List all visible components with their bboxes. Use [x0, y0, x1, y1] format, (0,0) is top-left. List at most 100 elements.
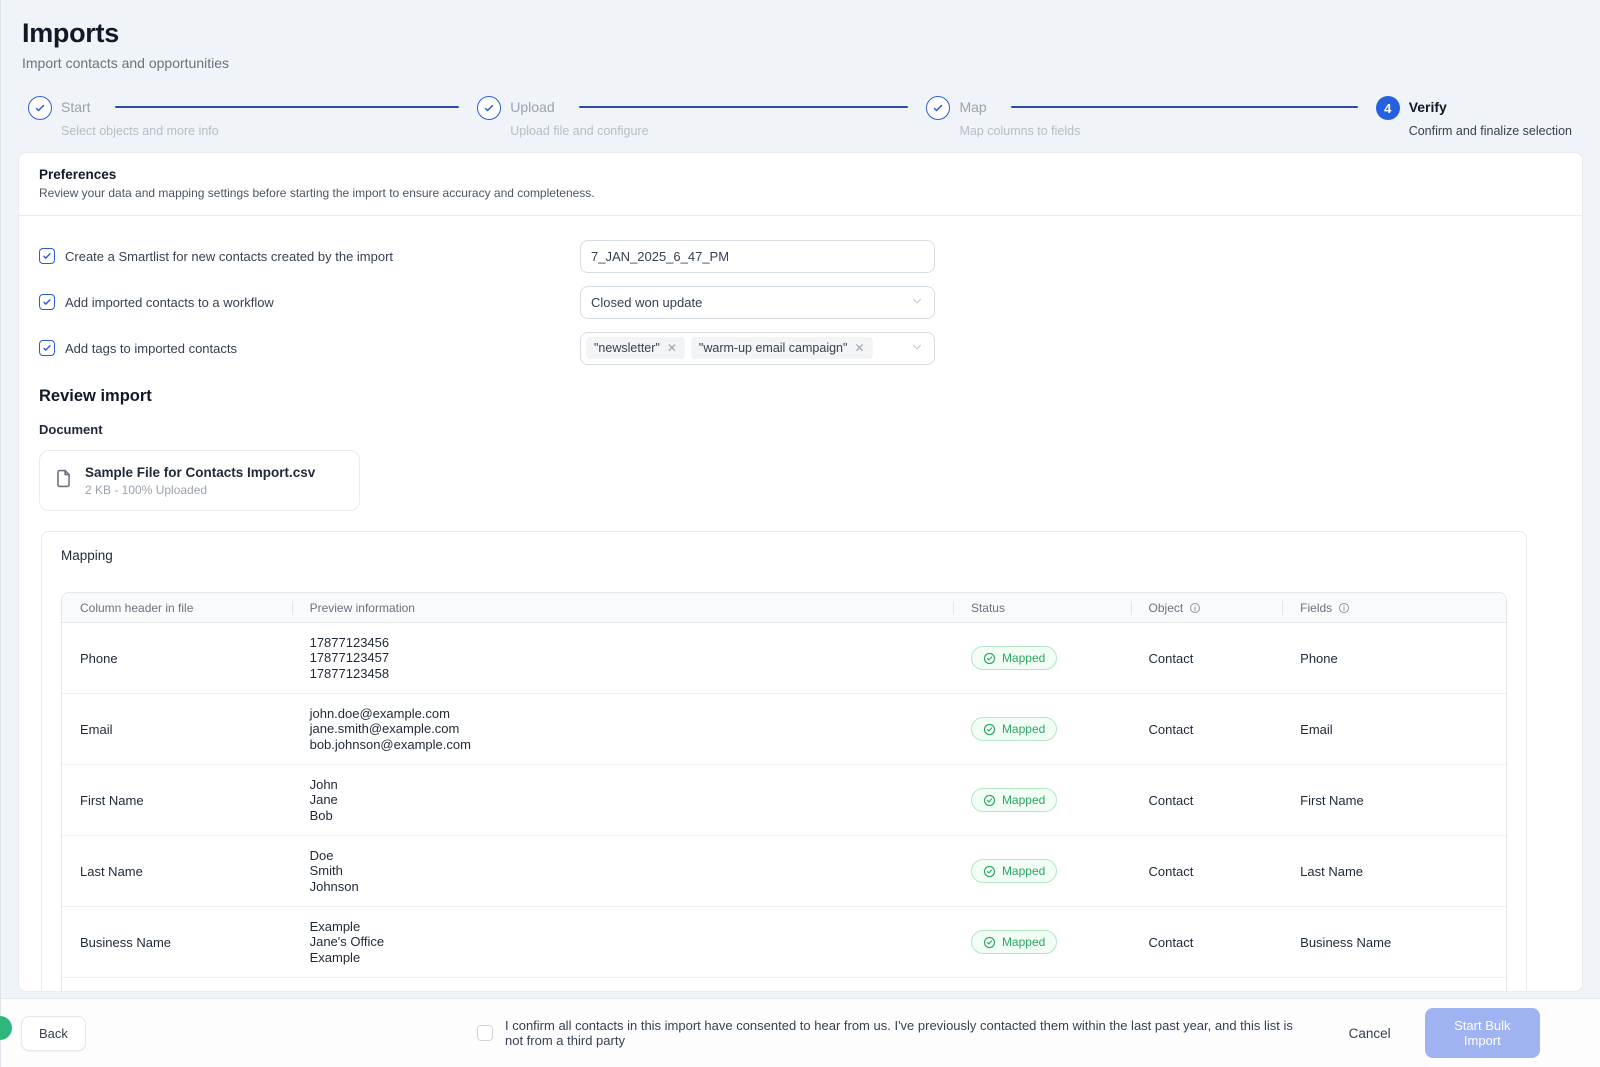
table-row: First Name John Jane Bob Mapped Contact …: [62, 765, 1506, 836]
step-start-label: Start: [61, 99, 91, 115]
tag-chip: "newsletter" ✕: [586, 337, 685, 359]
document-label: Document: [39, 422, 1562, 437]
column-header-fields: Fields: [1282, 601, 1506, 615]
status-badge: Mapped: [971, 859, 1057, 883]
column-header-object: Object: [1131, 601, 1283, 615]
page-title: Imports: [22, 18, 1600, 49]
info-icon[interactable]: [1189, 602, 1201, 614]
row-preview: 17877123456 17877123457 17877123458: [292, 635, 953, 682]
status-badge: Mapped: [971, 788, 1057, 812]
table-row: Business Name Example Jane's Office Exam…: [62, 907, 1506, 978]
step-verify-number: 4: [1376, 96, 1400, 120]
import-stepper: Start Select objects and more info Uploa…: [28, 96, 1572, 138]
chevron-down-icon: [910, 294, 924, 311]
mapping-title: Mapping: [61, 548, 1507, 563]
step-start-check-icon: [28, 96, 52, 120]
verify-panel: Preferences Review your data and mapping…: [18, 152, 1583, 992]
step-connector: [1011, 106, 1358, 108]
table-row: Email john.doe@example.com jane.smith@ex…: [62, 694, 1506, 765]
step-verify-label: Verify: [1409, 99, 1447, 115]
row-object: Contact: [1131, 651, 1283, 666]
preferences-title: Preferences: [39, 167, 1562, 182]
column-header-status: Status: [953, 601, 1131, 615]
step-map-check-icon: [926, 96, 950, 120]
page-subtitle: Import contacts and opportunities: [22, 55, 1600, 71]
workflow-select-value: Closed won update: [591, 295, 702, 310]
cancel-button[interactable]: Cancel: [1349, 1026, 1391, 1041]
row-field: Business Name: [1282, 935, 1506, 950]
step-verify-sublabel: Confirm and finalize selection: [1409, 124, 1572, 138]
tags-option-label: Add tags to imported contacts: [65, 341, 237, 356]
uploaded-file-card[interactable]: Sample File for Contacts Import.csv 2 KB…: [39, 450, 360, 511]
start-bulk-import-button[interactable]: Start Bulk Import: [1425, 1008, 1540, 1058]
remove-tag-icon[interactable]: ✕: [667, 342, 677, 354]
mapping-card: Mapping Column header in file Preview in…: [41, 531, 1527, 992]
table-row: Phone 17877123456 17877123457 1787712345…: [62, 623, 1506, 694]
consent-label: I confirm all contacts in this import ha…: [505, 1018, 1309, 1048]
row-object: Contact: [1131, 793, 1283, 808]
workflow-checkbox[interactable]: [39, 294, 55, 310]
tags-checkbox[interactable]: [39, 340, 55, 356]
step-start-sublabel: Select objects and more info: [61, 124, 477, 138]
smartlist-checkbox[interactable]: [39, 248, 55, 264]
workflow-select[interactable]: Closed won update: [580, 286, 935, 319]
row-field: Phone: [1282, 651, 1506, 666]
row-column-header: Phone: [62, 651, 292, 666]
review-import-title: Review import: [39, 387, 1562, 406]
file-icon: [54, 469, 73, 493]
column-header-preview: Preview information: [292, 601, 953, 615]
file-name: Sample File for Contacts Import.csv: [85, 465, 315, 480]
step-upload-sublabel: Upload file and configure: [510, 124, 926, 138]
smartlist-option-row: Create a Smartlist for new contacts crea…: [39, 233, 1562, 279]
mapping-table: Column header in file Preview informatio…: [61, 592, 1507, 992]
workflow-option-row: Add imported contacts to a workflow Clos…: [39, 279, 1562, 325]
row-object: Contact: [1131, 864, 1283, 879]
smartlist-name-input[interactable]: [580, 240, 935, 273]
status-badge: Mapped: [971, 646, 1057, 670]
tag-chip: "warm-up email campaign" ✕: [691, 337, 873, 359]
wizard-footer: Back I confirm all contacts in this impo…: [1, 998, 1600, 1067]
row-column-header: Business Name: [62, 935, 292, 950]
status-badge: Mapped: [971, 717, 1057, 741]
info-icon[interactable]: [1338, 602, 1350, 614]
row-field: First Name: [1282, 793, 1506, 808]
row-preview: john.doe@example.com jane.smith@example.…: [292, 706, 953, 753]
step-upload-label: Upload: [510, 99, 554, 115]
table-row: Last Name Doe Smith Johnson Mapped Conta…: [62, 836, 1506, 907]
workflow-option-label: Add imported contacts to a workflow: [65, 295, 274, 310]
chevron-down-icon: [910, 340, 924, 357]
row-column-header: First Name: [62, 793, 292, 808]
row-object: Contact: [1131, 722, 1283, 737]
smartlist-option-label: Create a Smartlist for new contacts crea…: [65, 249, 393, 264]
preferences-header: Preferences Review your data and mapping…: [19, 153, 1582, 216]
file-meta: 2 KB - 100% Uploaded: [85, 483, 315, 497]
row-preview: Doe Smith Johnson: [292, 848, 953, 895]
step-map-sublabel: Map columns to fields: [959, 124, 1375, 138]
remove-tag-icon[interactable]: ✕: [854, 342, 864, 354]
step-start[interactable]: Start Select objects and more info: [28, 96, 477, 138]
step-upload[interactable]: Upload Upload file and configure: [477, 96, 926, 138]
step-upload-check-icon: [477, 96, 501, 120]
step-connector: [115, 106, 460, 108]
consent-group: I confirm all contacts in this import ha…: [477, 1008, 1540, 1058]
step-map-label: Map: [959, 99, 986, 115]
tags-multiselect[interactable]: "newsletter" ✕ "warm-up email campaign" …: [580, 332, 935, 365]
tag-chip-label: "newsletter": [594, 341, 660, 355]
preferences-description: Review your data and mapping settings be…: [39, 186, 1562, 200]
row-preview: Example Jane's Office Example: [292, 919, 953, 966]
status-badge: Mapped: [971, 930, 1057, 954]
row-field: Last Name: [1282, 864, 1506, 879]
row-preview: John Jane Bob: [292, 777, 953, 824]
row-column-header: Last Name: [62, 864, 292, 879]
back-button[interactable]: Back: [21, 1016, 86, 1051]
step-verify[interactable]: 4 Verify Confirm and finalize selection: [1376, 96, 1572, 138]
step-connector: [579, 106, 909, 108]
tag-chip-label: "warm-up email campaign": [699, 341, 848, 355]
column-header-file: Column header in file: [62, 601, 292, 615]
consent-checkbox[interactable]: [477, 1025, 493, 1041]
table-row: [62, 978, 1506, 992]
tags-option-row: Add tags to imported contacts "newslette…: [39, 325, 1562, 371]
preferences-options: Create a Smartlist for new contacts crea…: [19, 216, 1582, 375]
page-header: Imports Import contacts and opportunitie…: [1, 0, 1600, 71]
step-map[interactable]: Map Map columns to fields: [926, 96, 1375, 138]
